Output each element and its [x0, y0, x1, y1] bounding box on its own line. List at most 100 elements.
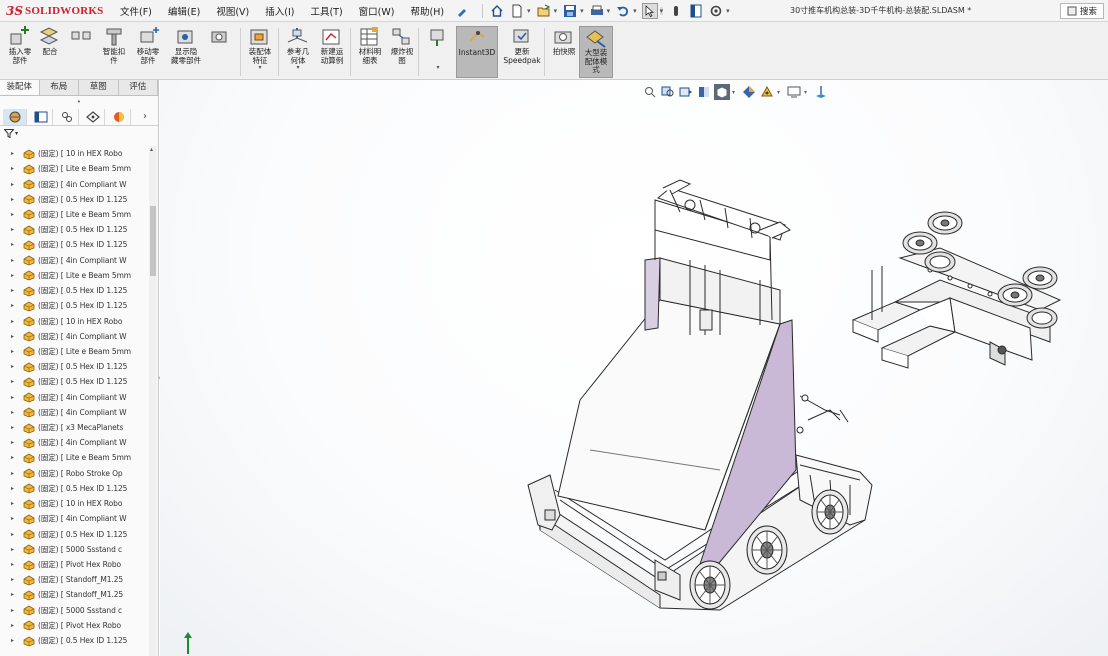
feature-manager-tab[interactable]: [3, 108, 27, 125]
scroll-up-icon[interactable]: ▴: [150, 146, 153, 153]
menu-tools[interactable]: 工具(T): [302, 4, 350, 18]
tree-item[interactable]: ▸ (固定) [ 4in Compliant W: [0, 176, 150, 191]
large-assembly-button[interactable]: 大型装 配体模式: [579, 26, 613, 78]
tab-sketch[interactable]: 草图: [79, 80, 119, 95]
tree-item[interactable]: ▸ (固定) [ 0.5 Hex ID 1.125: [0, 192, 150, 207]
tree-item[interactable]: ▸ (固定) [ 4in Compliant W: [0, 329, 150, 344]
property-manager-tab[interactable]: [29, 108, 53, 125]
tree-item[interactable]: ▸ (固定) [ 10 in HEX Robo: [0, 313, 150, 328]
graphics-area[interactable]: ▾ ▾ ▾: [160, 80, 1108, 656]
tab-layout[interactable]: 布局: [40, 80, 79, 95]
undo-icon[interactable]: [615, 3, 631, 19]
home-icon[interactable]: [489, 3, 505, 19]
chevron-right-icon[interactable]: ›: [133, 109, 157, 125]
tree-item[interactable]: ▸ (固定) [ 0.5 Hex ID 1.125: [0, 298, 150, 313]
expand-arrow-icon[interactable]: ▸: [0, 454, 22, 461]
smart-fastener-button[interactable]: 智能扣件: [96, 26, 132, 78]
speedpak-button[interactable]: 更新 Speedpak: [502, 26, 542, 78]
expand-arrow-icon[interactable]: ▸: [0, 394, 22, 401]
menu-window[interactable]: 窗口(W): [351, 4, 403, 18]
menu-view[interactable]: 视图(V): [208, 4, 257, 18]
tree-item[interactable]: ▸ (固定) [ Lite e Beam 5mm: [0, 268, 150, 283]
configuration-manager-tab[interactable]: [55, 108, 79, 125]
reference-geometry-button[interactable]: 参考几 何体 ▾: [280, 26, 316, 78]
menu-insert[interactable]: 插入(I): [257, 4, 302, 18]
expand-arrow-icon[interactable]: ▸: [0, 272, 22, 279]
exploded-view-button-2[interactable]: 爆炸视图 ▾: [420, 26, 456, 78]
expand-arrow-icon[interactable]: ▸: [0, 165, 22, 172]
tab-evaluate[interactable]: 评估: [119, 80, 158, 95]
move-component-button[interactable]: 移动零 部件: [130, 26, 166, 78]
print-icon[interactable]: [589, 3, 605, 19]
tree-item[interactable]: ▸ (固定) [ 5000 Ssstand c: [0, 542, 150, 557]
tree-item[interactable]: ▸ (固定) [ 4in Compliant W: [0, 405, 150, 420]
expand-arrow-icon[interactable]: ▸: [0, 318, 22, 325]
tree-item[interactable]: ▸ (固定) [ x3 MecaPlanets: [0, 420, 150, 435]
solidworks-logo[interactable]: 3S SOLIDWORKS: [0, 0, 112, 22]
chevron-down-icon[interactable]: ▾: [580, 7, 584, 15]
tree-item[interactable]: ▸ (固定) [ 0.5 Hex ID 1.125: [0, 481, 150, 496]
instant3d-button[interactable]: Instant3D: [456, 26, 498, 78]
expand-arrow-icon[interactable]: ▸: [0, 333, 22, 340]
tree-scrollbar[interactable]: ▴: [149, 146, 157, 656]
expand-arrow-icon[interactable]: ▸: [0, 515, 22, 522]
assembly-model-3d[interactable]: [160, 80, 1108, 656]
expand-arrow-icon[interactable]: ▸: [0, 607, 22, 614]
chevron-down-icon[interactable]: ▾: [659, 6, 664, 15]
tree-item[interactable]: ▸ (固定) [ Lite e Beam 5mm: [0, 161, 150, 176]
expand-arrow-icon[interactable]: ▸: [0, 211, 22, 218]
tree-item[interactable]: ▸ (固定) [ 0.5 Hex ID 1.125: [0, 222, 150, 237]
expand-arrow-icon[interactable]: ▸: [0, 531, 22, 538]
tree-item[interactable]: ▸ (固定) [ Pivot Hex Robo: [0, 557, 150, 572]
expand-arrow-icon[interactable]: ▸: [0, 226, 22, 233]
tree-item[interactable]: ▸ (固定) [ 0.5 Hex ID 1.125: [0, 526, 150, 541]
expand-arrow-icon[interactable]: ▸: [0, 150, 22, 157]
expand-arrow-icon[interactable]: ▸: [0, 181, 22, 188]
tree-filter[interactable]: ▾: [0, 126, 158, 140]
display-manager-tab[interactable]: [107, 108, 131, 125]
pin-icon[interactable]: [454, 3, 470, 19]
expand-arrow-icon[interactable]: ▸: [0, 546, 22, 553]
chevron-down-icon[interactable]: ▾: [527, 7, 531, 15]
tree-item[interactable]: ▸ (固定) [ 5000 Ssstand c: [0, 603, 150, 618]
chevron-down-icon[interactable]: ▾: [726, 7, 730, 15]
expand-arrow-icon[interactable]: ▸: [0, 439, 22, 446]
expand-arrow-icon[interactable]: ▸: [0, 561, 22, 568]
tree-item[interactable]: ▸ (固定) [ Standoff_M1.25: [0, 587, 150, 602]
expand-arrow-icon[interactable]: ▸: [0, 348, 22, 355]
tree-item[interactable]: ▸ (固定) [ 10 in HEX Robo: [0, 496, 150, 511]
dimxpert-manager-tab[interactable]: [81, 108, 105, 125]
expand-arrow-icon[interactable]: ▸: [0, 500, 22, 507]
tab-assembly[interactable]: 装配体: [0, 80, 40, 95]
chevron-down-icon[interactable]: ▾: [633, 7, 637, 15]
chevron-down-icon[interactable]: ▾: [258, 65, 261, 71]
chevron-down-icon[interactable]: ▾: [607, 7, 611, 15]
tree-item[interactable]: ▸ (固定) [ Lite e Beam 5mm: [0, 207, 150, 222]
tree-item[interactable]: ▸ (固定) [ Standoff_M1.25: [0, 572, 150, 587]
expand-arrow-icon[interactable]: ▸: [0, 470, 22, 477]
tree-item[interactable]: ▸ (固定) [ 4in Compliant W: [0, 511, 150, 526]
expand-arrow-icon[interactable]: ▸: [0, 302, 22, 309]
expand-arrow-icon[interactable]: ▸: [0, 257, 22, 264]
expand-arrow-icon[interactable]: ▸: [0, 363, 22, 370]
expand-arrow-icon[interactable]: ▸: [0, 591, 22, 598]
tree-item[interactable]: ▸ (固定) [ 0.5 Hex ID 1.125: [0, 237, 150, 252]
tree-item[interactable]: ▸ (固定) [ Lite e Beam 5mm: [0, 344, 150, 359]
chevron-down-icon[interactable]: ▾: [554, 7, 558, 15]
menu-help[interactable]: 帮助(H): [402, 4, 452, 18]
exploded-view-button[interactable]: 爆炸视图: [384, 26, 420, 78]
expand-arrow-icon[interactable]: ▸: [0, 287, 22, 294]
open-icon[interactable]: [536, 3, 552, 19]
select-icon[interactable]: [641, 2, 658, 19]
file-props-icon[interactable]: [688, 3, 704, 19]
expand-arrow-icon[interactable]: ▸: [0, 378, 22, 385]
tree-item[interactable]: ▸ (固定) [ 10 in HEX Robo: [0, 146, 150, 161]
rebuild-icon[interactable]: [668, 3, 684, 19]
tree-item[interactable]: ▸ (固定) [ Pivot Hex Robo: [0, 618, 150, 633]
tree-item[interactable]: ▸ (固定) [ 0.5 Hex ID 1.125: [0, 283, 150, 298]
tree-item[interactable]: ▸ (固定) [ 0.5 Hex ID 1.125: [0, 359, 150, 374]
chevron-down-icon[interactable]: ▾: [296, 65, 299, 71]
collapse-arrow-icon[interactable]: •: [0, 96, 158, 108]
expand-arrow-icon[interactable]: ▸: [0, 485, 22, 492]
assembly-feature-button[interactable]: 显示隐藏零部件: [202, 26, 238, 78]
